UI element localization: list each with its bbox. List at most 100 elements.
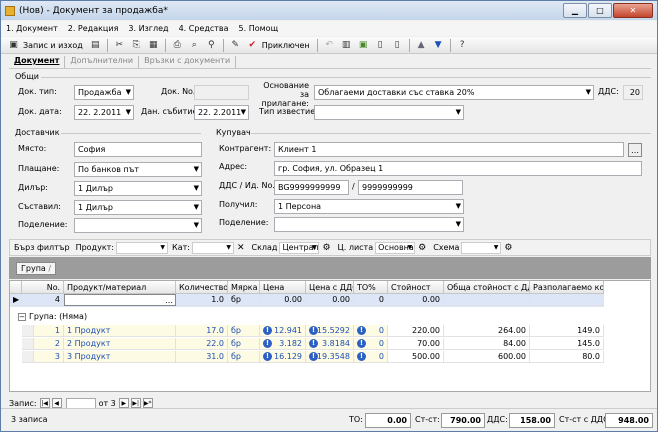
grid-header-discount[interactable]: ТО% xyxy=(354,281,388,294)
edit-row-unit[interactable]: бр xyxy=(228,294,260,306)
group-chip[interactable]: Група / xyxy=(16,262,57,275)
grid-header-no[interactable]: No. xyxy=(22,281,64,294)
notice-select[interactable]: ▼ xyxy=(314,105,464,120)
product-filter-select[interactable]: ▼ xyxy=(116,241,169,254)
row-discount[interactable]: ! 0 xyxy=(354,351,388,363)
row-quantity[interactable]: 31.0 xyxy=(176,351,228,363)
menu-document[interactable]: 1. Документ xyxy=(1,24,63,33)
table-row[interactable]: 3 3 Продукт 31.0 бр ! 16.129 ! 19.3548 ! 0 … xyxy=(10,351,604,363)
edit-row-discount[interactable]: 0 xyxy=(354,294,388,306)
grid-header-value[interactable]: Стойност xyxy=(388,281,444,294)
print-preview-icon[interactable]: ⌕ xyxy=(188,39,201,52)
grid-header-unit[interactable]: Мярка xyxy=(228,281,260,294)
row-price[interactable]: ! 12.941 xyxy=(260,325,306,337)
menu-view[interactable]: 3. Изглед xyxy=(123,24,173,33)
basis-select[interactable]: Облагаеми доставки със ставка 20% ▼ xyxy=(314,85,594,100)
maximize-button[interactable]: □ xyxy=(588,3,612,18)
save-close-button[interactable]: Запис и изход xyxy=(23,41,83,50)
close-button[interactable]: ✕ xyxy=(613,3,653,18)
arrow-down-icon[interactable]: ▼ xyxy=(432,39,445,52)
clear-filter-icon[interactable]: ✕ xyxy=(237,243,245,253)
edit-row-price-vat[interactable]: 0.00 xyxy=(306,294,354,306)
menu-tools[interactable]: 4. Средства xyxy=(174,24,234,33)
grid-header-product[interactable]: Продукт/материал xyxy=(64,281,176,294)
row-product[interactable]: 3 Продукт xyxy=(64,351,176,363)
row-product[interactable]: 2 Продукт xyxy=(64,338,176,350)
new-doc2-icon[interactable]: ▯ xyxy=(391,39,404,52)
pricelist-select[interactable]: Основна ▼ xyxy=(375,241,416,254)
scheme-select[interactable]: ▼ xyxy=(461,241,502,254)
contractor-field[interactable]: Клиент 1 xyxy=(274,142,624,157)
warehouse-settings-icon[interactable]: ⚙ xyxy=(322,243,330,253)
pricelist-settings-icon[interactable]: ⚙ xyxy=(418,243,426,253)
contractor-lookup-button[interactable]: … xyxy=(628,143,642,157)
first-record-icon[interactable]: |◀ xyxy=(39,398,50,408)
table-row[interactable]: 2 2 Продукт 22.0 бр ! 3.182 ! 3.8184 ! 0 70… xyxy=(10,338,604,350)
row-price[interactable]: ! 16.129 xyxy=(260,351,306,363)
place-field[interactable]: София xyxy=(74,142,202,157)
row-price-vat[interactable]: ! 3.8184 xyxy=(306,338,354,350)
row-price-vat[interactable]: ! 19.3548 xyxy=(306,351,354,363)
new-doc-icon[interactable]: ▯ xyxy=(374,39,387,52)
category-filter-select[interactable]: ▼ xyxy=(191,241,234,254)
find-icon[interactable]: ⚲ xyxy=(205,39,218,52)
dealer-select[interactable]: 1 Дилър ▼ xyxy=(74,181,202,196)
row-quantity[interactable]: 17.0 xyxy=(176,325,228,337)
grid-header-price[interactable]: Цена xyxy=(260,281,306,294)
menu-edit[interactable]: 2. Редакция xyxy=(63,24,124,33)
supplier-division-select[interactable]: ▼ xyxy=(74,218,202,233)
save-as-icon[interactable]: ▤ xyxy=(89,39,102,52)
row-price[interactable]: ! 3.182 xyxy=(260,338,306,350)
payment-select[interactable]: По банков път ▼ xyxy=(74,162,202,177)
grid-header-total-vat[interactable]: Обща стойност с ДДС xyxy=(444,281,530,294)
edit-icon[interactable]: ✎ xyxy=(229,39,242,52)
creator-select[interactable]: 1 Дилър ▼ xyxy=(74,200,202,215)
vat-no-field[interactable]: BG9999999999 xyxy=(274,180,349,195)
address-field[interactable]: гр. София, ул. Образец 1 xyxy=(274,161,642,176)
edit-row-quantity[interactable]: 1.0 xyxy=(176,294,228,306)
paste-icon[interactable]: ▦ xyxy=(147,39,160,52)
edit-row-price[interactable]: 0.00 xyxy=(260,294,306,306)
tax-date-picker[interactable]: 22. 2.2011 ▼ xyxy=(194,105,249,120)
edit-row-product-input[interactable]: … xyxy=(64,294,176,306)
print-icon[interactable]: ⎙ xyxy=(171,39,184,52)
copy-icon[interactable]: ⎘ xyxy=(130,39,143,52)
prev-record-icon[interactable]: ◀ xyxy=(51,398,62,408)
row-unit[interactable]: бр xyxy=(228,325,260,337)
row-price-vat[interactable]: ! 15.5292 xyxy=(306,325,354,337)
warehouse-select[interactable]: Централ ▼ xyxy=(279,241,320,254)
minimize-button[interactable]: ▁ xyxy=(563,3,587,18)
doc-type-select[interactable]: Продажба ▼ xyxy=(74,85,134,100)
group-row[interactable]: − Група: (Няма) xyxy=(18,312,87,321)
record-number-input[interactable] xyxy=(65,397,96,409)
row-discount[interactable]: ! 0 xyxy=(354,338,388,350)
cut-icon[interactable]: ✂ xyxy=(113,39,126,52)
row-product[interactable]: 1 Продукт xyxy=(64,325,176,337)
arrow-up-icon[interactable]: ▲ xyxy=(415,39,428,52)
attach-icon[interactable]: ▥ xyxy=(340,39,353,52)
grid-header-price-vat[interactable]: Цена с ДДС xyxy=(306,281,354,294)
last-record-icon[interactable]: ▶| xyxy=(130,398,141,408)
row-quantity[interactable]: 22.0 xyxy=(176,338,228,350)
collapse-icon[interactable]: − xyxy=(18,312,26,321)
grid-header-quantity[interactable]: Количество xyxy=(176,281,228,294)
buyer-division-select[interactable]: ▼ xyxy=(274,217,464,232)
next-record-icon[interactable]: ▶ xyxy=(118,398,129,408)
grid-header-available[interactable]: Разполагаемо кол. xyxy=(530,281,604,294)
money-icon[interactable]: ▣ xyxy=(357,39,370,52)
row-discount[interactable]: ! 0 xyxy=(354,325,388,337)
accept-button[interactable]: Приключен xyxy=(262,41,310,50)
help-icon[interactable]: ? xyxy=(456,39,469,52)
new-record-icon[interactable]: ▶* xyxy=(142,398,153,408)
row-unit[interactable]: бр xyxy=(228,351,260,363)
undo-icon[interactable]: ↶ xyxy=(323,39,336,52)
row-unit[interactable]: бр xyxy=(228,338,260,350)
grid-edit-row[interactable]: ▶ 4 … 1.0 бр 0.00 0.00 0 0.00 xyxy=(10,294,604,307)
scheme-settings-icon[interactable]: ⚙ xyxy=(504,243,512,253)
received-select[interactable]: 1 Персона ▼ xyxy=(274,199,464,214)
doc-no-field[interactable] xyxy=(194,85,249,100)
table-row[interactable]: 1 1 Продукт 17.0 бр ! 12.941 ! 15.5292 ! 0 … xyxy=(10,325,604,337)
id-no-field[interactable]: 9999999999 xyxy=(358,180,463,195)
menu-help[interactable]: 5. Помощ xyxy=(234,24,284,33)
doc-date-picker[interactable]: 22. 2.2011 ▼ xyxy=(74,105,134,120)
